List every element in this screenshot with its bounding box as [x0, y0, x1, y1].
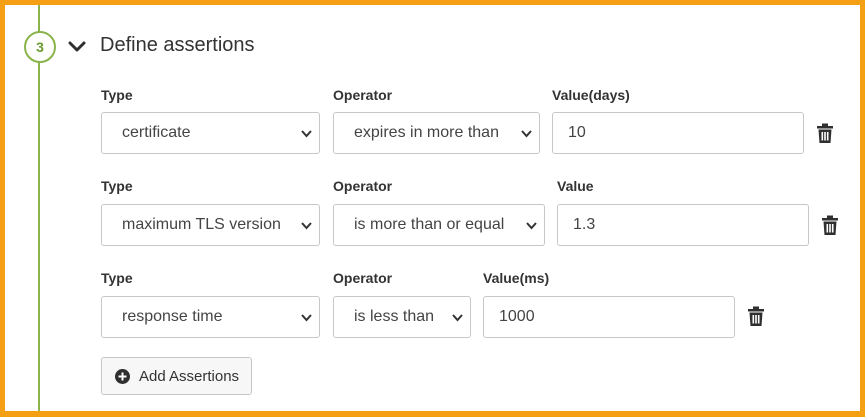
- assertion-value-text: 10: [568, 124, 586, 141]
- step-number-badge: 3: [24, 31, 56, 63]
- assertion-type-value: certificate: [122, 124, 191, 141]
- chevron-down-icon[interactable]: [68, 38, 86, 56]
- operator-label: Operator: [333, 270, 393, 286]
- assertion-operator-value: is less than: [354, 308, 435, 325]
- plus-circle-icon: [115, 368, 130, 384]
- step-timeline-line: [38, 5, 40, 411]
- assertion-type-select[interactable]: certificate: [101, 112, 320, 154]
- chevron-down-icon: [521, 130, 532, 138]
- assertion-type-select[interactable]: maximum TLS version: [101, 204, 320, 246]
- assertion-type-value: response time: [122, 308, 223, 325]
- assertion-value-text: 1000: [499, 308, 535, 325]
- add-assertions-button[interactable]: Add Assertions: [101, 357, 252, 395]
- value-label: Value: [557, 178, 594, 194]
- add-assertions-label: Add Assertions: [139, 367, 240, 385]
- operator-label: Operator: [333, 178, 393, 194]
- type-label: Type: [101, 87, 133, 103]
- section-title: Define assertions: [100, 34, 255, 56]
- assertion-value-input[interactable]: 10: [552, 112, 804, 154]
- trash-icon[interactable]: [821, 215, 839, 236]
- chevron-down-icon: [452, 314, 463, 322]
- assertion-operator-select[interactable]: expires in more than: [333, 112, 540, 154]
- trash-icon[interactable]: [816, 123, 834, 144]
- type-label: Type: [101, 178, 133, 194]
- trash-icon[interactable]: [747, 306, 765, 327]
- chevron-down-icon: [301, 130, 312, 138]
- assertion-operator-select[interactable]: is more than or equal: [333, 204, 545, 246]
- type-label: Type: [101, 270, 133, 286]
- assertion-type-value: maximum TLS version: [122, 216, 281, 233]
- value-label: Value(ms): [483, 270, 550, 286]
- assertion-value-input[interactable]: 1.3: [557, 204, 809, 246]
- assertion-operator-value: expires in more than: [354, 124, 499, 141]
- chevron-down-icon: [526, 222, 537, 230]
- assertion-type-select[interactable]: response time: [101, 296, 320, 338]
- assertion-value-text: 1.3: [573, 216, 596, 233]
- operator-label: Operator: [333, 87, 393, 103]
- chevron-down-icon: [301, 222, 312, 230]
- assertion-operator-value: is more than or equal: [354, 216, 505, 233]
- assertion-value-input[interactable]: 1000: [483, 296, 735, 338]
- assertion-operator-select[interactable]: is less than: [333, 296, 471, 338]
- chevron-down-icon: [301, 314, 312, 322]
- value-label: Value(days): [552, 87, 630, 103]
